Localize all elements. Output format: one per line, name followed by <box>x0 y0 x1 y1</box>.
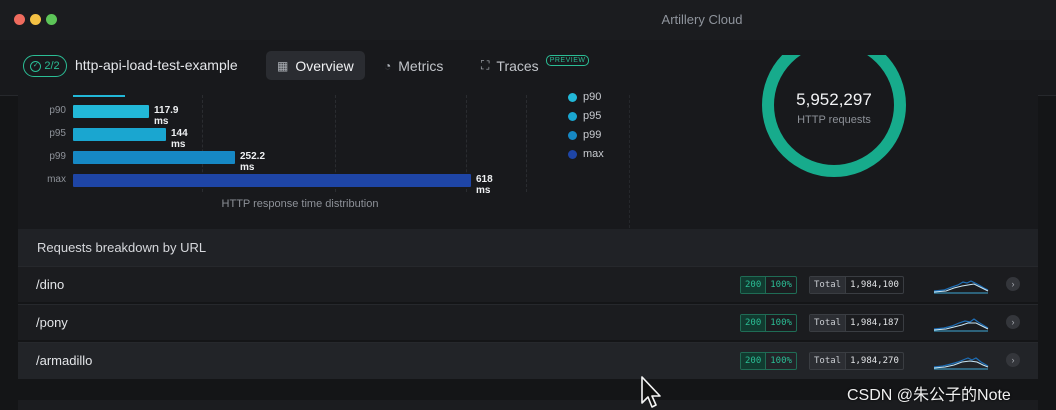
maximize-window-button[interactable] <box>46 14 57 25</box>
total-label: Total <box>810 277 847 293</box>
status-percent: 100% <box>770 318 792 328</box>
window-title: Artillery Cloud <box>661 12 743 27</box>
mouse-cursor-icon <box>641 376 661 408</box>
url-row[interactable]: /dino 200 100% Total 1,984,100 › <box>18 266 1038 302</box>
legend-swatch <box>568 149 577 159</box>
window-titlebar: Artillery Cloud <box>0 0 1056 40</box>
legend-label: max <box>583 148 604 160</box>
status-percent: 100% <box>770 280 792 290</box>
chart-x-label: HTTP response time distribution <box>221 198 379 210</box>
sparkline <box>933 280 989 294</box>
tab-overview[interactable]: ▦ Overview <box>266 51 365 80</box>
status-badge-label: 2/2 <box>44 60 60 72</box>
legend-swatch <box>568 92 577 102</box>
status-code-badge: 200 100% <box>740 352 797 370</box>
url-path: /pony <box>36 315 68 330</box>
tab-metrics[interactable]: ◔ Metrics <box>373 51 454 80</box>
chart-bar-p90 <box>73 105 149 118</box>
breakdown-title: Requests breakdown by URL <box>37 240 207 255</box>
close-window-button[interactable] <box>14 14 25 25</box>
status-code-badge: 200 100% <box>740 314 797 332</box>
status-code: 200 <box>741 353 767 369</box>
total-requests-label: HTTP requests <box>797 114 871 126</box>
donut-ring <box>762 55 906 177</box>
check-circle-icon: ✓ <box>30 60 42 72</box>
chart-tick-label: p99 <box>49 151 66 162</box>
chart-tick-label: p95 <box>49 128 66 139</box>
tab-overview-label: Overview <box>295 57 354 74</box>
chart-data-label: 144 ms <box>171 128 188 150</box>
sparkline <box>933 318 989 332</box>
minimize-window-button[interactable] <box>30 14 41 25</box>
total-requests-value: 5,952,297 <box>796 90 872 109</box>
total-badge: Total 1,984,100 <box>809 276 904 294</box>
total-label: Total <box>810 315 847 331</box>
card-divider <box>629 95 630 228</box>
total-label: Total <box>810 353 847 369</box>
legend-label: p95 <box>583 110 602 122</box>
chart-data-label: 252.2 ms <box>240 151 266 173</box>
tab-metrics-label: Metrics <box>398 57 444 74</box>
status-code: 200 <box>741 277 767 293</box>
status-percent: 100% <box>770 356 792 366</box>
status-badge: ✓ 2/2 <box>23 55 67 77</box>
total-value: 1,984,187 <box>850 318 899 328</box>
legend-swatch <box>568 130 577 140</box>
preview-badge: PREVIEW <box>545 55 590 66</box>
legend-label: p99 <box>583 129 602 141</box>
chart-tick-label: max <box>47 174 66 185</box>
chart-gridline <box>526 95 527 192</box>
legend-swatch <box>568 111 577 121</box>
total-value: 1,984,270 <box>850 356 899 366</box>
chart-tick-label: p90 <box>49 105 66 116</box>
chart-bar-max <box>73 174 471 187</box>
url-row[interactable]: /armadillo 200 100% Total 1,984,270 › <box>18 342 1038 379</box>
total-badge: Total 1,984,270 <box>809 352 904 370</box>
total-badge: Total 1,984,187 <box>809 314 904 332</box>
status-code-badge: 200 100% <box>740 276 797 294</box>
chart-data-label: 618 ms <box>476 174 493 196</box>
chevron-right-icon[interactable]: › <box>1006 277 1020 291</box>
chevron-right-icon[interactable]: › <box>1006 315 1020 329</box>
tab-traces-label: Traces <box>496 57 539 74</box>
url-path: /armadillo <box>36 353 93 368</box>
chart-bar-p95 <box>73 128 166 141</box>
legend-item-p95[interactable]: p95 <box>568 110 601 122</box>
legend-item-p99[interactable]: p99 <box>568 129 601 141</box>
url-row[interactable]: /pony 200 100% Total 1,984,187 › <box>18 304 1038 340</box>
sparkline <box>933 357 989 370</box>
total-value: 1,984,100 <box>850 280 899 290</box>
url-path: /dino <box>36 277 65 292</box>
chart-icon: ◔ <box>384 58 392 73</box>
legend-item-p90[interactable]: p90 <box>568 91 601 103</box>
legend-label: p90 <box>583 91 602 103</box>
status-code: 200 <box>741 315 767 331</box>
legend-item-max[interactable]: max <box>568 148 604 160</box>
test-name: http-api-load-test-example <box>75 57 238 73</box>
tab-traces[interactable]: ⛶ Traces PREVIEW <box>470 51 600 80</box>
chevron-right-icon[interactable]: › <box>1006 353 1020 367</box>
chart-bar-partial <box>73 95 125 97</box>
chart-bar-p99 <box>73 151 235 164</box>
chart-data-label: 117.9 ms <box>154 105 179 127</box>
grid-icon: ▦ <box>277 58 289 73</box>
watermark: CSDN @朱公子的Note <box>847 387 1011 404</box>
scan-icon: ⛶ <box>481 58 490 72</box>
